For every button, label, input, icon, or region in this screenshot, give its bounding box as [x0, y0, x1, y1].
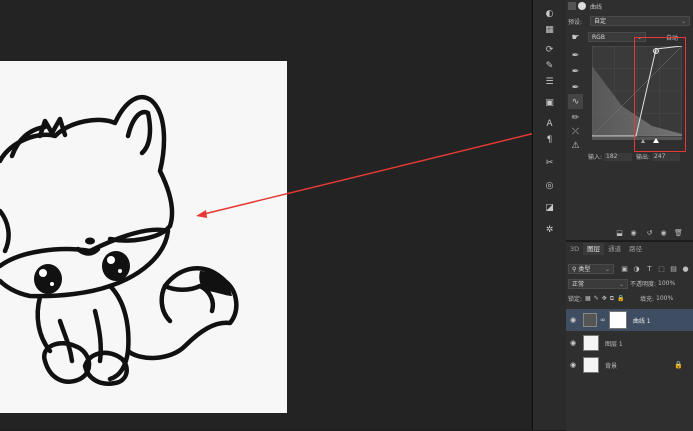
- highlight-box: [634, 37, 686, 152]
- filter-type-icon[interactable]: T: [645, 265, 654, 274]
- target-adjust-icon[interactable]: ☛: [568, 30, 583, 45]
- adjustment-layer-icon: [568, 2, 576, 10]
- blend-mode-select[interactable]: 正常 ⌄: [568, 279, 628, 289]
- document-artboard[interactable]: [0, 61, 287, 413]
- preset-select[interactable]: 自定 ⌄: [590, 16, 690, 26]
- color-icon[interactable]: ◐: [542, 6, 557, 21]
- eyedropper-black-icon[interactable]: ✒: [568, 48, 583, 63]
- filter-pixel-icon[interactable]: ▣: [620, 265, 629, 274]
- link-icon[interactable]: ∞: [600, 316, 606, 324]
- navigator-icon[interactable]: ◪: [542, 200, 557, 215]
- layer-name: 曲线 1: [632, 317, 651, 325]
- lock-position-icon[interactable]: ✥: [602, 295, 607, 302]
- visibility-eye-icon[interactable]: ◉: [569, 361, 577, 369]
- sliders-icon[interactable]: ☰: [542, 74, 557, 89]
- fill-label: 填充:: [640, 296, 655, 303]
- layers-panel: 3D 图层 通道 路径 ⚲ 类型 ⌄ ▣ ◑ T ⬚ ▤ ● 正常 ⌄ 不透明度…: [566, 241, 693, 431]
- curves-adjustment-icon: [583, 313, 597, 327]
- properties-header: 曲线: [568, 1, 602, 11]
- layer-comps-icon[interactable]: ▣: [542, 95, 557, 110]
- filter-toggle-icon[interactable]: ●: [681, 265, 690, 274]
- lock-icon[interactable]: 🔒: [674, 361, 683, 369]
- properties-panel: 曲线 预设: 自定 ⌄ ☛ RGB ⌄ 自动 ✒ ✒ ✒ ∿ ✏ ⤫ ⚠ 输入:…: [566, 0, 693, 240]
- lock-pixels-icon[interactable]: ✎: [594, 295, 599, 302]
- clone-source-icon[interactable]: ◎: [542, 178, 557, 193]
- swatches-icon[interactable]: ▦: [542, 22, 557, 37]
- eyedropper-gray-icon[interactable]: ✒: [568, 64, 583, 79]
- filter-shape-icon[interactable]: ⬚: [657, 265, 666, 274]
- fill-value[interactable]: 100%: [656, 295, 673, 302]
- smooth-icon[interactable]: ⤫: [568, 124, 583, 139]
- layer-mask-thumbnail[interactable]: [608, 311, 627, 329]
- lock-artboard-icon[interactable]: ⧉: [610, 295, 614, 303]
- layer-row-curves[interactable]: ◉ ∞ 曲线 1: [566, 309, 693, 331]
- brush-icon[interactable]: ✎: [542, 58, 557, 73]
- chevron-down-icon: ⌄: [618, 281, 624, 288]
- panel-icon-strip: ◐ ▦ ⟳ ✎ ☰ ▣ A ¶ ✂ ◎ ◪ ✲: [532, 0, 566, 430]
- pencil-icon[interactable]: ✏: [568, 110, 583, 125]
- layer-row-layer1[interactable]: ◉ 图层 1: [566, 332, 693, 354]
- preset-label: 预设:: [568, 18, 583, 26]
- curve-point-tool-icon[interactable]: ∿: [568, 94, 583, 109]
- properties-title: 曲线: [590, 3, 603, 11]
- opacity-label: 不透明度:: [630, 281, 657, 288]
- tab-paths[interactable]: 路径: [625, 243, 646, 255]
- layer-name: 图层 1: [605, 340, 623, 348]
- preset-value: 自定: [594, 18, 607, 25]
- blend-mode-value: 正常: [572, 281, 585, 288]
- tool-presets-icon[interactable]: ✂: [542, 155, 557, 170]
- reset-icon[interactable]: ↺: [645, 229, 654, 238]
- channel-value: RGB: [592, 34, 605, 41]
- clip-to-layer-icon[interactable]: ⬓: [615, 229, 624, 238]
- paragraph-icon[interactable]: ¶: [542, 132, 557, 147]
- visibility-eye-icon[interactable]: ◉: [569, 316, 577, 324]
- mask-icon[interactable]: [578, 2, 586, 10]
- fox-drawing: [0, 94, 239, 386]
- filter-smart-icon[interactable]: ▤: [669, 265, 678, 274]
- chevron-down-icon: ⌄: [680, 18, 686, 25]
- settings-icon[interactable]: ✲: [542, 222, 557, 237]
- output-field[interactable]: 247: [652, 152, 681, 161]
- layer-filter-select[interactable]: ⚲ 类型 ⌄: [568, 264, 614, 274]
- input-field[interactable]: 182: [604, 152, 633, 161]
- layer-thumbnail: [583, 335, 599, 351]
- chevron-down-icon: ⌄: [604, 266, 610, 273]
- adjustments-icon[interactable]: ⟳: [542, 42, 557, 57]
- lock-label: 锁定:: [568, 296, 583, 303]
- lock-transparent-icon[interactable]: ▦: [585, 295, 591, 302]
- layer-row-background[interactable]: ◉ 背景 🔒: [566, 354, 693, 376]
- opacity-value[interactable]: 100%: [658, 280, 675, 287]
- search-icon: ⚲: [572, 266, 577, 273]
- tab-channels[interactable]: 通道: [604, 243, 625, 255]
- view-previous-icon[interactable]: ◉: [629, 229, 638, 238]
- filter-value: 类型: [578, 266, 591, 273]
- lock-all-icon[interactable]: 🔒: [617, 295, 624, 302]
- tab-layers[interactable]: 图层: [583, 243, 605, 255]
- filter-adjustment-icon[interactable]: ◑: [632, 265, 641, 274]
- clipping-warning-icon[interactable]: ⚠: [568, 138, 583, 153]
- visibility-eye-icon[interactable]: ◉: [569, 339, 577, 347]
- character-icon[interactable]: A: [542, 116, 557, 131]
- visibility-icon[interactable]: ◉: [659, 229, 668, 238]
- input-label: 输入:: [588, 154, 603, 161]
- tab-3d[interactable]: 3D: [566, 243, 583, 255]
- layers-tabs: 3D 图层 通道 路径: [566, 243, 646, 255]
- output-label: 输出:: [636, 154, 651, 161]
- eyedropper-white-icon[interactable]: ✒: [568, 80, 583, 95]
- layer-thumbnail: [583, 357, 599, 373]
- layer-name: 背景: [605, 362, 618, 370]
- trash-icon[interactable]: 🗑: [674, 229, 683, 238]
